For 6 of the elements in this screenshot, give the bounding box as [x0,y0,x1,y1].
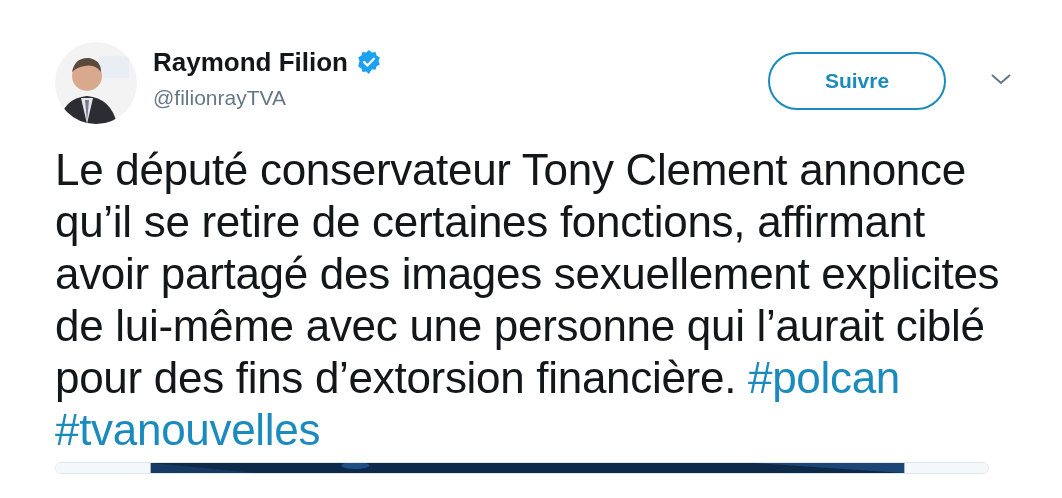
hashtag-link[interactable]: #tvanouvelles [55,405,321,454]
follow-button[interactable]: Suivre [768,52,946,110]
author-handle[interactable]: @filionrayTVA [153,84,382,112]
hashtag-link[interactable]: #polcan [748,353,901,402]
tweet-text: Le député conservateur Tony Clement annonce qu’il se retire de certaines fonctions, affirmant avoir partagé des images sexuellement explicites de lui-même avec une personne qui l’aurait ciblé pour des fins d’extorsion financière. #polcan #tvanouvelles [55,144,1001,456]
author-name[interactable]: Raymond Filion [153,46,348,78]
